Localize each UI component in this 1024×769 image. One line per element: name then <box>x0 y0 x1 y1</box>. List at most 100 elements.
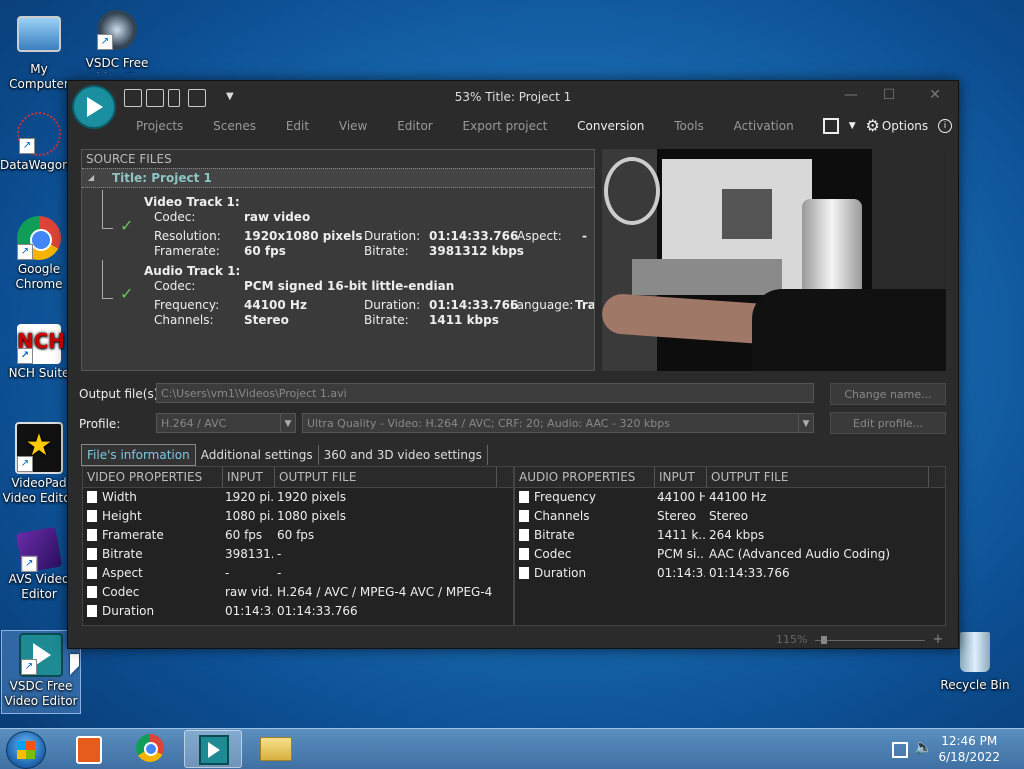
input-value: 01:14:3... <box>657 566 705 580</box>
menu-editor[interactable]: Editor <box>397 119 433 133</box>
taskbar-chrome[interactable] <box>122 730 178 766</box>
column-header[interactable]: INPUT ... <box>223 467 275 504</box>
document-icon <box>519 547 529 560</box>
menu-activation[interactable]: Activation <box>734 119 794 133</box>
vsdc-icon <box>199 735 229 765</box>
gear-icon[interactable]: ⚙ <box>866 116 880 135</box>
taskbar-media-player[interactable] <box>62 730 118 766</box>
profile-detail-value: Ultra Quality - Video: H.264 / AVC; CRF:… <box>307 417 670 430</box>
chrome-icon: ↗ <box>17 216 61 260</box>
edit-profile-button[interactable]: Edit profile... <box>830 412 946 434</box>
input-value: - <box>225 566 230 580</box>
menu-projects[interactable]: Projects <box>136 119 183 133</box>
taskbar-vsdc[interactable] <box>184 730 242 768</box>
desktop-icon-label: My Computer <box>9 62 69 91</box>
audio-frequency-label: Frequency: <box>154 298 220 312</box>
column-header[interactable]: OUTPUT FILE <box>707 467 929 487</box>
tab-additional-settings[interactable]: Additional settings <box>196 445 319 465</box>
menu-scenes[interactable]: Scenes <box>213 119 256 133</box>
tab-files-information[interactable]: File's information <box>81 444 196 466</box>
computer-icon <box>17 16 61 52</box>
system-clock[interactable]: 12:46 PM 6/18/2022 <box>938 733 1000 765</box>
menu-export-project[interactable]: Export project <box>463 119 548 133</box>
audio-language-label: Language: <box>510 298 574 312</box>
layout-icon[interactable] <box>822 117 839 134</box>
maximize-icon[interactable]: ☐ <box>878 87 900 103</box>
media-player-icon <box>76 736 102 764</box>
video-aspect-label: Aspect: <box>517 229 562 243</box>
preview-fan-icon <box>604 157 660 225</box>
recycle-bin-icon <box>960 632 990 672</box>
document-icon <box>519 509 529 522</box>
taskbar-explorer[interactable] <box>246 730 302 766</box>
column-header[interactable]: AUDIO PROPERTIES <box>515 467 655 487</box>
table-row[interactable]: Codec raw vid... H.264 / AVC / MPEG-4 AVC … <box>83 583 513 602</box>
shortcut-arrow-icon: ↗ <box>19 138 35 154</box>
start-button[interactable] <box>6 731 46 769</box>
column-header[interactable]: VIDEO PROPERTIES <box>83 467 223 487</box>
document-icon <box>87 509 97 522</box>
column-header[interactable]: INPUT ... <box>655 467 707 504</box>
volume-icon[interactable]: 🔈 <box>914 738 933 756</box>
column-header[interactable]: OUTPUT FILE <box>275 467 497 487</box>
profile-select[interactable]: H.264 / AVC ▼ <box>156 413 296 433</box>
desktop-icon-label: VSDC Free Video Editor <box>4 679 78 708</box>
document-icon <box>87 547 97 560</box>
layout-dropdown-icon[interactable]: ▼ <box>849 121 856 131</box>
output-files-label: Output file(s): <box>79 387 163 401</box>
source-files-panel: SOURCE FILES Title: Project 1 ✓ ✓ Video … <box>81 149 595 371</box>
table-row[interactable]: Width 1920 pi... 1920 pixels <box>83 488 513 507</box>
property-name: Height <box>102 509 142 523</box>
zoom-in-icon[interactable]: + <box>932 632 943 647</box>
table-row[interactable]: Height 1080 pi... 1080 pixels <box>83 507 513 526</box>
tab-360-3d-settings[interactable]: 360 and 3D video settings <box>319 445 488 465</box>
table-row[interactable]: Bitrate 398131...- <box>83 545 513 564</box>
zoom-slider-thumb[interactable] <box>820 635 827 644</box>
table-row[interactable]: Frequency 44100 Hz 44100 Hz <box>515 488 945 507</box>
network-icon[interactable] <box>892 742 908 758</box>
project-tree-node[interactable]: Title: Project 1 <box>82 168 594 188</box>
windows-logo-icon <box>17 741 35 759</box>
close-icon[interactable]: ✕ <box>924 87 946 103</box>
options-button[interactable]: Options <box>882 119 928 133</box>
videopad-star-icon: ★ ↗ <box>15 422 63 474</box>
minimize-icon[interactable]: — <box>840 87 862 103</box>
table-row[interactable]: Aspect - - <box>83 564 513 583</box>
change-name-button[interactable]: Change name... <box>830 383 946 405</box>
table-row[interactable]: Duration 01:14:3... 01:14:33.766 <box>83 602 513 621</box>
profile-detail-select[interactable]: Ultra Quality - Video: H.264 / AVC; CRF:… <box>302 413 814 433</box>
document-icon <box>87 528 97 541</box>
table-row[interactable]: Bitrate 1411 k... 264 kbps <box>515 526 945 545</box>
video-duration-label: Duration: <box>364 229 421 243</box>
audio-channels-label: Channels: <box>154 313 214 327</box>
video-preview[interactable] <box>602 149 946 371</box>
check-icon: ✓ <box>120 216 134 235</box>
audio-track-title: Audio Track 1: <box>144 264 241 278</box>
video-codec-value: raw video <box>244 210 311 224</box>
zoom-level: 115% <box>776 633 808 646</box>
input-value: 1080 pi... <box>225 509 273 523</box>
zoom-slider[interactable] <box>814 635 925 644</box>
table-header: AUDIO PROPERTIES INPUT ... OUTPUT FILE <box>515 467 945 504</box>
output-value: - <box>277 547 282 561</box>
input-value: 398131... <box>225 547 273 561</box>
output-value: AAC (Advanced Audio Coding) <box>709 547 891 561</box>
menu-tools[interactable]: Tools <box>674 119 704 133</box>
video-track-title: Video Track 1: <box>144 195 240 209</box>
menu-edit[interactable]: Edit <box>286 119 309 133</box>
menu-conversion[interactable]: Conversion <box>577 119 644 133</box>
table-row[interactable]: Framerate 60 fps 60 fps <box>83 526 513 545</box>
property-name: Codec <box>102 585 140 599</box>
table-row[interactable]: Channels Stereo Stereo <box>515 507 945 526</box>
input-value: 01:14:3... <box>225 604 273 618</box>
input-value: PCM si... <box>657 547 705 561</box>
info-icon[interactable]: i <box>938 118 952 133</box>
table-row[interactable]: Duration 01:14:3... 01:14:33.766 <box>515 564 945 583</box>
menu-view[interactable]: View <box>339 119 367 133</box>
shortcut-arrow-icon: ↗ <box>17 244 33 260</box>
desktop-icon-vsdc-converter[interactable]: ↗ VSDC Free Video C... <box>78 10 156 73</box>
output-path-field[interactable]: C:\Users\vm1\Videos\Project 1.avi <box>156 383 814 403</box>
output-value: 1920 pixels <box>277 490 347 504</box>
table-row[interactable]: Codec PCM si... AAC (Advanced Audio Coding… <box>515 545 945 564</box>
shortcut-arrow-icon: ↗ <box>17 456 33 472</box>
